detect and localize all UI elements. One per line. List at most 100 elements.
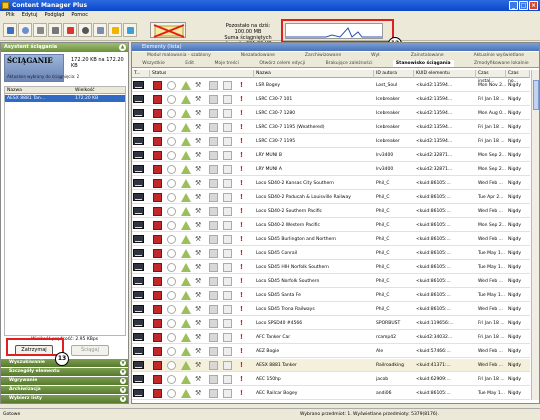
panel-header[interactable]: Asystent ściągania ▲ [1, 43, 128, 52]
table-row[interactable]: ⚒! LSRC C30-7 101 Icebreaker <kuid2:13594..… [132, 93, 530, 106]
triangle-status-icon [181, 347, 191, 356]
column-name[interactable]: Nazwa [7, 87, 22, 94]
tab-paint-templates[interactable]: Moduł malowania - szablony [147, 52, 211, 60]
menu-edytuj[interactable]: Edytuj [22, 11, 38, 20]
tools-icon: ⚒ [195, 235, 202, 243]
arrow-button[interactable] [18, 23, 32, 37]
tab-disabled[interactable]: Wył. [371, 52, 381, 60]
download-status-icon [153, 235, 162, 244]
tab-modified-locally[interactable]: Zmodyfikowane lokalnie [474, 60, 529, 67]
table-row[interactable]: ⚒! AFC Tanker Car rcamp42 <kuid2:34032... Fr… [132, 331, 530, 344]
table-row[interactable]: ⚒! AESX 8881 Tanker Railroadking <kuid:4137… [132, 359, 530, 372]
save-button[interactable] [3, 23, 17, 37]
tools-icon: ⚒ [195, 193, 202, 201]
loco-icon [133, 375, 144, 383]
clean-button[interactable] [123, 23, 137, 37]
column-installed[interactable]: Czas instal... [476, 70, 506, 84]
accordion-upload[interactable]: Wgrywanie ▼ [1, 377, 128, 385]
download-button[interactable]: Ściągaj [71, 345, 109, 356]
table-row[interactable]: ⚒! LSRC C30-7 1195 Icebreaker <kuid2:13594.… [132, 135, 530, 148]
scrollbar-thumb[interactable] [533, 80, 539, 110]
accordion-lists[interactable]: Wybierz listy ▼ [1, 395, 128, 403]
table-row[interactable]: ⚒! Loco SD45 HIH Norfolk Southern Phil_C <k… [132, 261, 530, 274]
tab-not-loaded[interactable]: Niezaładowane [241, 52, 275, 60]
tab-archived[interactable]: Zarchiwizowane [305, 52, 341, 60]
table-row[interactable]: ⚒! Loco SD40-2 Western Pacific Phil_C <kuid… [132, 219, 530, 232]
download-row[interactable]: AESX 8881 Tan... 172.20 KB [5, 95, 125, 102]
tab-open-for-edit[interactable]: Otwórz celem edycji [259, 60, 305, 67]
accordion-archive[interactable]: Archiwizacja ▼ [1, 386, 128, 394]
triangle-status-icon [181, 207, 191, 216]
item-kuid: <kuid2:13594... [416, 125, 453, 130]
column-author-id[interactable]: ID autora [374, 70, 414, 78]
column-size[interactable]: Wielkość [75, 87, 95, 94]
tools-button[interactable] [48, 23, 62, 37]
menu-plik[interactable]: Plik [6, 11, 15, 20]
table-row[interactable]: ⚒! Loco SD45 Conrail Phil_C <kuid:86105:...… [132, 247, 530, 260]
item-name: LSRC C30-7 101 [256, 97, 293, 102]
column-type[interactable]: T... [132, 70, 150, 78]
grey-status-icon [209, 123, 218, 132]
tab-installed[interactable]: Zainstalowane [411, 52, 444, 60]
table-row[interactable]: ⚒! LSRC C30-7 1280 Icebreaker <kuid2:13594.… [132, 107, 530, 120]
item-installed: Tue May 1... [478, 265, 506, 270]
tab-all[interactable]: Wszystkie [142, 60, 165, 67]
tab-edit[interactable]: Edit [185, 60, 194, 67]
download-status-icon [153, 263, 162, 272]
gear-button[interactable] [93, 23, 107, 37]
table-row[interactable]: ⚒! AEC Railcar Bogey andi06 <kuid:86105:...… [132, 387, 530, 400]
item-author: Phil_C [376, 223, 390, 228]
maximize-button[interactable]: □ [519, 1, 528, 10]
table-row[interactable]: ⚒! LSRC C30-7 1195 (Weathered) Icebreaker <… [132, 121, 530, 134]
item-name: LSR Bogey [256, 83, 281, 88]
table-row[interactable]: ⚒! Loco SD45 Santa Fe Phil_C <kuid:86105:..… [132, 289, 530, 302]
download-status-icon [153, 361, 162, 370]
grey-status-icon [209, 291, 218, 300]
blank-status-icon [223, 291, 232, 300]
table-row[interactable]: ⚒! LRY MUNI A lrv3400 <kuid2:32871... Mon Se… [132, 163, 530, 176]
table-row[interactable]: ⚒! Loco SD40-2 Kansas City Southern Phil_C… [132, 177, 530, 190]
tab-missing-deps[interactable]: Brakujące zależności [326, 60, 373, 67]
app-icon [2, 2, 9, 9]
pin-button[interactable] [33, 23, 47, 37]
grey-status-icon [209, 95, 218, 104]
item-installed: Wed Feb ... [478, 237, 503, 242]
item-author: Phil_C [376, 279, 390, 284]
item-installed: Mon Aug 0... [478, 111, 506, 116]
table-row[interactable]: ⚒! Loco SPSD40 #4566 SPORBUST <kuid:119656:… [132, 317, 530, 330]
table-row[interactable]: ⚒! Loco SD40-2 Southern Pacific Phil_C <kui… [132, 205, 530, 218]
item-name: AEC 150hp [256, 377, 281, 382]
warning-icon: ! [239, 277, 244, 285]
column-name[interactable]: Nazwa [254, 70, 374, 78]
tab-my-content[interactable]: Moje treści [214, 60, 238, 67]
table-row[interactable]: ⚒! AEC 150hp jacob <kuid:62909:... Fri Jan 1… [132, 373, 530, 386]
disconnect-button[interactable] [150, 22, 186, 38]
loco-icon [133, 277, 144, 285]
triangle-status-icon [181, 193, 191, 202]
table-row[interactable]: ⚒! LRY MUNI B lrv3400 <kuid2:32871... Mon Se… [132, 149, 530, 162]
accordion-details[interactable]: Szczegóły elementu ▼ [1, 368, 128, 376]
column-status[interactable]: Status [150, 70, 254, 78]
table-row[interactable]: ⚒! Loco SD40-2 Paducah & Louisville Railw… [132, 191, 530, 204]
close-button[interactable]: × [529, 1, 538, 10]
table-row[interactable]: ⚒! LSR Bogey Lost_Soul <kuid2:13594... Mon N… [132, 79, 530, 92]
menu-podglad[interactable]: Podgląd [45, 11, 65, 20]
item-installed: Wed Feb ... [478, 209, 503, 214]
table-row[interactable]: ⚒! Loco SD45 Burlington and Northern Phil_… [132, 233, 530, 246]
vertical-scrollbar[interactable] [531, 70, 539, 400]
delete-button[interactable] [63, 23, 77, 37]
help-button[interactable] [108, 23, 122, 37]
tab-currently-displayed[interactable]: Aktualnie wyświetlane [474, 52, 524, 60]
disc-button[interactable] [78, 23, 92, 37]
tab-download-station[interactable]: Stanowisko ściągania [392, 60, 454, 67]
table-row[interactable]: ⚒! Loco SD45 Trona Railways Phil_C <kuid:86… [132, 303, 530, 316]
grey-status-icon [209, 81, 218, 90]
table-row[interactable]: ⚒! AEZ Bogie Ale <kuid:57466:... Wed Feb ...… [132, 345, 530, 358]
menu-pomoc[interactable]: Pomoc [71, 11, 88, 20]
collapse-icon[interactable]: ▲ [119, 44, 126, 51]
tools-icon: ⚒ [195, 319, 202, 327]
column-modified[interactable]: Czas no... [506, 70, 530, 84]
minimize-button[interactable]: _ [509, 1, 518, 10]
table-row[interactable]: ⚒! Loco SD45 Norfolk Southern Phil_C <kuid:… [132, 275, 530, 288]
column-kuid[interactable]: KUID elementu [414, 70, 476, 78]
